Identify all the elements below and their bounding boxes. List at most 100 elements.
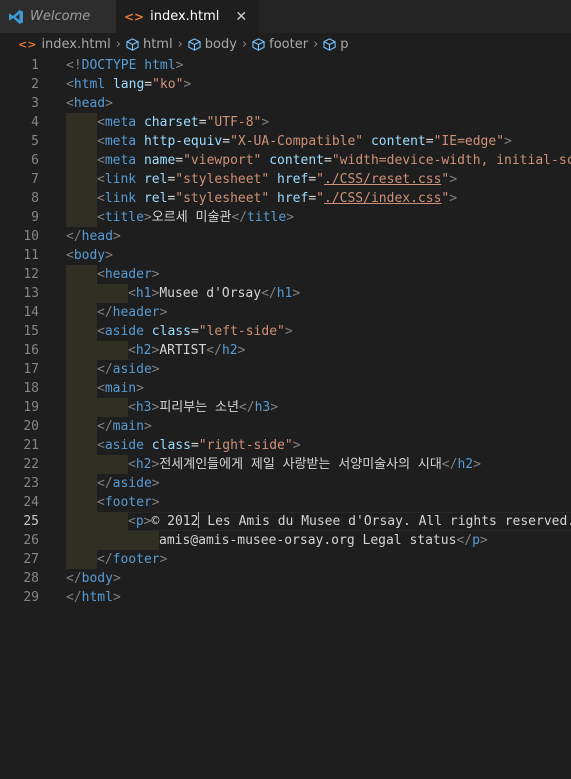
line-number: 20 <box>23 419 39 434</box>
breadcrumb-item-html[interactable]: html <box>143 37 173 52</box>
line-number: 25 <box>23 514 39 529</box>
indent-guide <box>66 151 97 170</box>
indent-guide <box>66 208 97 227</box>
tab-label: index.html <box>150 9 220 24</box>
code-text: <p>© 2012 Les Amis du Musee d'Orsay. All… <box>128 512 571 529</box>
line-number: 19 <box>23 400 39 415</box>
line-number: 9 <box>31 210 39 225</box>
line-number: 29 <box>23 590 39 605</box>
code-line[interactable]: 9 <title>오르세 미술관</title> <box>0 208 571 227</box>
indent-guide <box>66 341 97 360</box>
line-number: 17 <box>23 362 39 377</box>
code-text: <!DOCTYPE html> <box>66 58 184 73</box>
code-line[interactable]: 4 <meta charset="UTF-8"> <box>0 113 571 132</box>
code-text: <h1>Musee d'Orsay</h1> <box>128 286 301 301</box>
breadcrumb-item-file[interactable]: index.html <box>41 37 110 52</box>
indent-guide <box>97 512 128 531</box>
indent-guide <box>66 379 97 398</box>
line-number: 26 <box>23 533 39 548</box>
code-line[interactable]: 27 </footer> <box>0 550 571 569</box>
element-cube-icon <box>188 37 201 51</box>
indent-guide <box>66 265 97 284</box>
code-text: <meta charset="UTF-8"> <box>97 115 270 130</box>
code-editor[interactable]: 1 <!DOCTYPE html> 2 <html lang="ko"> 3 <head>… <box>0 56 571 607</box>
chevron-right-icon: › <box>115 36 121 52</box>
breadcrumb-item-footer[interactable]: footer <box>269 37 308 52</box>
code-line[interactable]: 17 </aside> <box>0 360 571 379</box>
code-line[interactable]: 6 <meta name="viewport" content="width=de… <box>0 151 571 170</box>
tab-welcome[interactable]: Welcome <box>0 0 116 33</box>
code-text: <meta http-equiv="X-UA-Compatible" conte… <box>97 134 512 149</box>
code-line[interactable]: 10 </head> <box>0 227 571 246</box>
line-number: 11 <box>23 248 39 263</box>
code-text: <link rel="stylesheet" href="./CSS/index… <box>97 191 458 206</box>
line-number: 13 <box>23 286 39 301</box>
line-number: 27 <box>23 552 39 567</box>
code-line[interactable]: 1 <!DOCTYPE html> <box>0 56 571 75</box>
code-line[interactable]: 26 amis@amis-musee-orsay.org Legal status… <box>0 531 571 550</box>
code-line[interactable]: 16 <h2>ARTIST</h2> <box>0 341 571 360</box>
code-text: <head> <box>66 96 113 111</box>
code-text: <h3>피리부는 소년</h3> <box>128 400 279 415</box>
indent-guide <box>66 113 97 132</box>
line-number: 18 <box>23 381 39 396</box>
breadcrumb-item-p[interactable]: p <box>340 37 348 52</box>
line-number: 12 <box>23 267 39 282</box>
code-line[interactable]: 21 <aside class="right-side"> <box>0 436 571 455</box>
close-icon[interactable]: ✕ <box>235 9 247 25</box>
code-line[interactable]: 20 </main> <box>0 417 571 436</box>
indent-guide <box>97 398 128 417</box>
code-line[interactable]: 12 <header> <box>0 265 571 284</box>
indent-guide <box>66 189 97 208</box>
code-text: <h2>ARTIST</h2> <box>128 343 246 358</box>
code-line[interactable]: 24 <footer> <box>0 493 571 512</box>
code-text: </html> <box>66 590 121 605</box>
indent-guide <box>66 303 97 322</box>
code-line[interactable]: 8 <link rel="stylesheet" href="./CSS/inde… <box>0 189 571 208</box>
code-text: <h2>전세계인들에게 제일 사랑받는 서양미술사의 시대</h2> <box>128 457 481 472</box>
indent-guide <box>97 341 128 360</box>
indent-guide <box>66 436 97 455</box>
breadcrumb-item-body[interactable]: body <box>205 37 237 52</box>
line-number: 16 <box>23 343 39 358</box>
indent-guide <box>66 455 97 474</box>
code-line[interactable]: 13 <h1>Musee d'Orsay</h1> <box>0 284 571 303</box>
indent-guide <box>66 170 97 189</box>
code-line[interactable]: 28 </body> <box>0 569 571 588</box>
indent-guide <box>66 493 97 512</box>
code-text: <html lang="ko"> <box>66 77 192 92</box>
code-line[interactable]: 25 <p>© 2012 Les Amis du Musee d'Orsay. A… <box>0 512 571 531</box>
tab-index-html[interactable]: <> index.html ✕ <box>116 0 260 33</box>
indent-guide <box>66 322 97 341</box>
code-line[interactable]: 15 <aside class="left-side"> <box>0 322 571 341</box>
code-text: </body> <box>66 571 121 586</box>
code-line[interactable]: 23 </aside> <box>0 474 571 493</box>
html-file-icon: <> <box>18 37 37 51</box>
code-text: <meta name="viewport" content="width=dev… <box>97 153 571 168</box>
code-text: <aside class="left-side"> <box>97 324 293 339</box>
code-line[interactable]: 18 <main> <box>0 379 571 398</box>
code-text: </header> <box>97 305 168 320</box>
code-text: <footer> <box>97 495 160 510</box>
code-line[interactable]: 29 </html> <box>0 588 571 607</box>
code-line[interactable]: 19 <h3>피리부는 소년</h3> <box>0 398 571 417</box>
code-text: </aside> <box>97 362 160 377</box>
code-line[interactable]: 5 <meta http-equiv="X-UA-Compatible" cont… <box>0 132 571 151</box>
indent-guide <box>66 132 97 151</box>
line-number: 28 <box>23 571 39 586</box>
line-number: 1 <box>31 58 39 73</box>
code-text: <link rel="stylesheet" href="./CSS/reset… <box>97 172 458 187</box>
code-text: </footer> <box>97 552 168 567</box>
code-line[interactable]: 14 </header> <box>0 303 571 322</box>
code-line[interactable]: 22 <h2>전세계인들에게 제일 사랑받는 서양미술사의 시대</h2> <box>0 455 571 474</box>
line-number: 6 <box>31 153 39 168</box>
code-line[interactable]: 7 <link rel="stylesheet" href="./CSS/rese… <box>0 170 571 189</box>
code-line[interactable]: 2 <html lang="ko"> <box>0 75 571 94</box>
line-number: 23 <box>23 476 39 491</box>
chevron-right-icon: › <box>177 36 183 52</box>
line-number: 4 <box>31 115 39 130</box>
code-line[interactable]: 3 <head> <box>0 94 571 113</box>
code-text: </main> <box>97 419 152 434</box>
code-text: <title>오르세 미술관</title> <box>97 210 295 225</box>
code-line[interactable]: 11 <body> <box>0 246 571 265</box>
